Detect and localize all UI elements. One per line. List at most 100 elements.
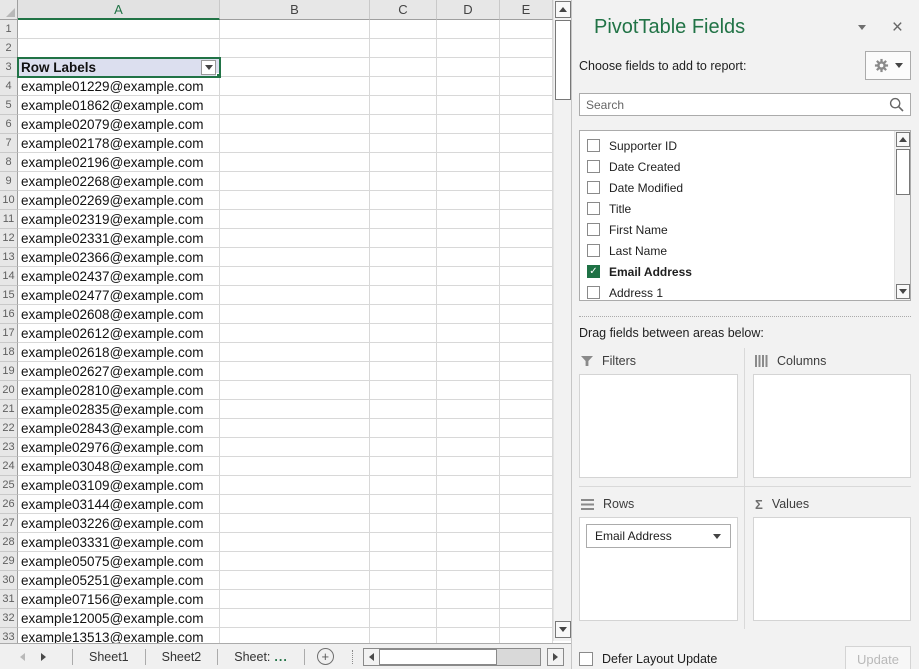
row-header-26[interactable]: 26 [0, 495, 18, 514]
cell-E25[interactable] [500, 476, 553, 495]
row-header-16[interactable]: 16 [0, 305, 18, 324]
column-header-D[interactable]: D [437, 0, 500, 20]
cell-A25[interactable]: example03109@example.com [18, 476, 220, 495]
select-all-corner[interactable] [0, 0, 18, 20]
cell-C3[interactable] [370, 58, 437, 77]
vertical-scrollbar-thumb[interactable] [555, 20, 571, 100]
cell-C9[interactable] [370, 172, 437, 191]
cell-D32[interactable] [437, 609, 500, 628]
field-checkbox[interactable] [587, 244, 600, 257]
cell-B25[interactable] [220, 476, 370, 495]
cell-A18[interactable]: example02618@example.com [18, 343, 220, 362]
field-item-last-name[interactable]: Last Name [580, 240, 893, 261]
row-header-8[interactable]: 8 [0, 153, 18, 172]
field-checkbox[interactable]: ✓ [587, 265, 600, 278]
cell-B26[interactable] [220, 495, 370, 514]
cell-E2[interactable] [500, 39, 553, 58]
field-list-scrollbar[interactable] [894, 131, 910, 300]
cell-D3[interactable] [437, 58, 500, 77]
cell-E4[interactable] [500, 77, 553, 96]
defer-layout-checkbox[interactable] [579, 652, 593, 666]
cell-E17[interactable] [500, 324, 553, 343]
cell-E8[interactable] [500, 153, 553, 172]
row-header-29[interactable]: 29 [0, 552, 18, 571]
row-header-22[interactable]: 22 [0, 419, 18, 438]
column-header-E[interactable]: E [500, 0, 553, 20]
cell-D23[interactable] [437, 438, 500, 457]
cell-D13[interactable] [437, 248, 500, 267]
cell-E32[interactable] [500, 609, 553, 628]
cell-B29[interactable] [220, 552, 370, 571]
cell-B7[interactable] [220, 134, 370, 153]
cell-A1[interactable] [18, 20, 220, 39]
cell-E12[interactable] [500, 229, 553, 248]
row-header-11[interactable]: 11 [0, 210, 18, 229]
cell-E26[interactable] [500, 495, 553, 514]
row-header-17[interactable]: 17 [0, 324, 18, 343]
cell-E1[interactable] [500, 20, 553, 39]
cell-E28[interactable] [500, 533, 553, 552]
cell-C15[interactable] [370, 286, 437, 305]
row-header-20[interactable]: 20 [0, 381, 18, 400]
field-item-title[interactable]: Title [580, 198, 893, 219]
cell-A6[interactable]: example02079@example.com [18, 115, 220, 134]
cell-B30[interactable] [220, 571, 370, 590]
cell-D33[interactable] [437, 628, 500, 643]
cell-A20[interactable]: example02810@example.com [18, 381, 220, 400]
cell-D16[interactable] [437, 305, 500, 324]
cell-C6[interactable] [370, 115, 437, 134]
cell-A24[interactable]: example03048@example.com [18, 457, 220, 476]
cell-A32[interactable]: example12005@example.com [18, 609, 220, 628]
row-header-13[interactable]: 13 [0, 248, 18, 267]
field-item-email-address[interactable]: ✓Email Address [580, 261, 893, 282]
row-header-7[interactable]: 7 [0, 134, 18, 153]
cell-C32[interactable] [370, 609, 437, 628]
field-item-date-created[interactable]: Date Created [580, 156, 893, 177]
cell-D5[interactable] [437, 96, 500, 115]
field-list-scrollbar-thumb[interactable] [896, 149, 910, 195]
cell-D22[interactable] [437, 419, 500, 438]
rows-dropzone[interactable]: Email Address [579, 517, 738, 621]
columns-dropzone[interactable] [753, 374, 911, 478]
cell-B5[interactable] [220, 96, 370, 115]
cell-E18[interactable] [500, 343, 553, 362]
field-checkbox[interactable] [587, 202, 600, 215]
cell-C28[interactable] [370, 533, 437, 552]
cell-C1[interactable] [370, 20, 437, 39]
row-header-32[interactable]: 32 [0, 609, 18, 628]
cell-E19[interactable] [500, 362, 553, 381]
cell-E22[interactable] [500, 419, 553, 438]
cell-C21[interactable] [370, 400, 437, 419]
scroll-right-button[interactable] [547, 648, 564, 666]
fill-handle[interactable] [216, 73, 220, 77]
row-header-30[interactable]: 30 [0, 571, 18, 590]
cell-B11[interactable] [220, 210, 370, 229]
cell-C13[interactable] [370, 248, 437, 267]
cell-A27[interactable]: example03226@example.com [18, 514, 220, 533]
row-header-10[interactable]: 10 [0, 191, 18, 210]
cell-E6[interactable] [500, 115, 553, 134]
cell-E15[interactable] [500, 286, 553, 305]
cell-B2[interactable] [220, 39, 370, 58]
field-checkbox[interactable] [587, 160, 600, 173]
cell-D25[interactable] [437, 476, 500, 495]
cell-E10[interactable] [500, 191, 553, 210]
row-header-3[interactable]: 3 [0, 58, 18, 77]
cell-A13[interactable]: example02366@example.com [18, 248, 220, 267]
cell-E5[interactable] [500, 96, 553, 115]
field-checkbox[interactable] [587, 181, 600, 194]
cell-B23[interactable] [220, 438, 370, 457]
cell-C19[interactable] [370, 362, 437, 381]
cell-D18[interactable] [437, 343, 500, 362]
row-labels-filter-button[interactable] [201, 60, 216, 75]
cell-C8[interactable] [370, 153, 437, 172]
cell-A30[interactable]: example05251@example.com [18, 571, 220, 590]
cell-A9[interactable]: example02268@example.com [18, 172, 220, 191]
cell-D7[interactable] [437, 134, 500, 153]
search-input[interactable] [580, 98, 889, 112]
cell-A5[interactable]: example01862@example.com [18, 96, 220, 115]
cell-C26[interactable] [370, 495, 437, 514]
cell-C33[interactable] [370, 628, 437, 643]
cell-B3[interactable] [220, 58, 370, 77]
cell-B28[interactable] [220, 533, 370, 552]
